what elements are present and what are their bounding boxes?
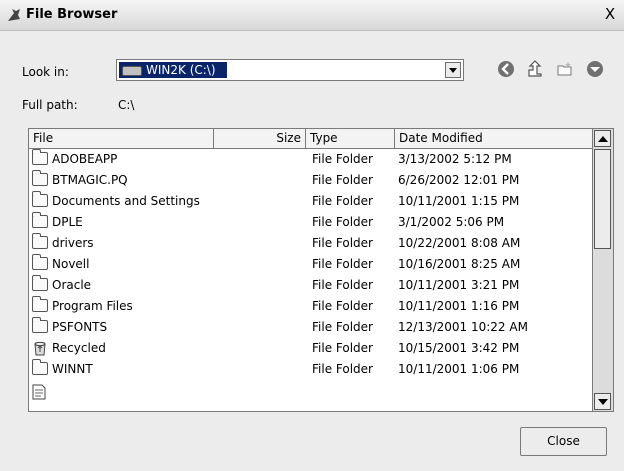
drive-icon (122, 66, 142, 76)
file-date: 10/11/2001 3:21 PM (398, 278, 520, 292)
scroll-down-icon[interactable] (594, 393, 611, 410)
column-header-type[interactable]: Type (306, 129, 395, 149)
table-row-partial[interactable] (29, 383, 595, 403)
recycle-icon (34, 341, 46, 356)
file-name: Recycled (52, 341, 106, 355)
file-date: 10/11/2001 1:15 PM (398, 194, 520, 208)
table-row[interactable]: drivers File Folder 10/22/2001 8:08 AM (29, 233, 595, 254)
table-row[interactable]: Novell File Folder 10/16/2001 8:25 AM (29, 254, 595, 275)
close-icon[interactable]: X (602, 5, 618, 23)
column-header-size[interactable]: Size (214, 129, 306, 149)
table-row[interactable]: Documents and Settings File Folder 10/11… (29, 191, 595, 212)
title-bar: File Browser X (0, 0, 624, 31)
file-type: File Folder (312, 362, 373, 376)
file-date: 10/15/2001 3:42 PM (398, 341, 520, 355)
folder-icon (32, 191, 48, 207)
scroll-up-icon[interactable] (594, 130, 611, 147)
file-type: File Folder (312, 236, 373, 250)
look-in-selection: WIN2K (C:\) (119, 62, 227, 78)
folder-icon (32, 359, 48, 375)
new-folder-icon[interactable] (556, 60, 574, 78)
column-header-date-modified[interactable]: Date Modified (395, 129, 594, 149)
file-name: Oracle (52, 278, 92, 292)
file-date: 10/11/2001 1:06 PM (398, 362, 520, 376)
folder-icon (32, 317, 48, 333)
file-date: 10/22/2001 8:08 AM (398, 236, 521, 250)
file-type: File Folder (312, 215, 373, 229)
folder-icon (32, 233, 48, 249)
look-in-value: WIN2K (C:\) (146, 63, 216, 77)
back-icon[interactable] (497, 60, 515, 78)
look-in-select[interactable]: WIN2K (C:\) (116, 59, 464, 81)
file-date: 3/13/2002 5:12 PM (398, 152, 512, 166)
folder-icon (32, 149, 48, 165)
folder-icon (32, 254, 48, 270)
file-name: DPLE (52, 215, 83, 229)
file-list[interactable]: File Size Type Date Modified ADOBEAPP Fi… (28, 128, 614, 412)
folder-icon (32, 275, 48, 291)
file-name: BTMAGIC.PQ (52, 173, 128, 187)
table-row[interactable]: DPLE File Folder 3/1/2002 5:06 PM (29, 212, 595, 233)
vertical-scrollbar[interactable] (592, 129, 613, 411)
chevron-down-icon[interactable] (445, 62, 461, 78)
file-name: PSFONTS (52, 320, 108, 334)
file-type: File Folder (312, 194, 373, 208)
file-date: 6/26/2002 12:01 PM (398, 173, 520, 187)
menu-down-icon[interactable] (586, 60, 604, 78)
folder-icon (32, 170, 48, 186)
scroll-thumb[interactable] (594, 149, 611, 249)
folder-icon (32, 296, 48, 312)
app-icon (8, 9, 20, 21)
file-name: ADOBEAPP (52, 152, 118, 166)
look-in-label: Look in: (22, 65, 69, 79)
file-date: 10/11/2001 1:16 PM (398, 299, 520, 313)
file-type: File Folder (312, 320, 373, 334)
file-name: Documents and Settings (52, 194, 200, 208)
folder-icon (32, 212, 48, 228)
file-type: File Folder (312, 278, 373, 292)
file-name: Program Files (52, 299, 133, 313)
column-header-file[interactable]: File (29, 129, 214, 149)
window-title: File Browser (26, 7, 118, 22)
table-row[interactable]: Oracle File Folder 10/11/2001 3:21 PM (29, 275, 595, 296)
close-button[interactable]: Close (520, 427, 607, 456)
table-row[interactable]: PSFONTS File Folder 12/13/2001 10:22 AM (29, 317, 595, 338)
table-row[interactable]: Recycled File Folder 10/15/2001 3:42 PM (29, 339, 595, 359)
table-row[interactable]: Program Files File Folder 10/11/2001 1:1… (29, 296, 595, 317)
full-path-label: Full path: (22, 98, 78, 112)
full-path-value: C:\ (118, 98, 135, 112)
file-date: 10/16/2001 8:25 AM (398, 257, 521, 271)
file-date: 3/1/2002 5:06 PM (398, 215, 505, 229)
file-name: drivers (52, 236, 94, 250)
file-type: File Folder (312, 341, 373, 355)
text-file-icon (32, 384, 46, 400)
file-type: File Folder (312, 299, 373, 313)
file-name: WINNT (52, 362, 93, 376)
table-row[interactable]: ADOBEAPP File Folder 3/13/2002 5:12 PM (29, 149, 595, 170)
file-type: File Folder (312, 152, 373, 166)
file-name: Novell (52, 257, 90, 271)
up-folder-icon[interactable] (526, 60, 544, 78)
file-type: File Folder (312, 257, 373, 271)
table-row[interactable]: WINNT File Folder 10/11/2001 1:06 PM (29, 359, 595, 380)
file-date: 12/13/2001 10:22 AM (398, 320, 528, 334)
table-row[interactable]: BTMAGIC.PQ File Folder 6/26/2002 12:01 P… (29, 170, 595, 191)
file-type: File Folder (312, 173, 373, 187)
